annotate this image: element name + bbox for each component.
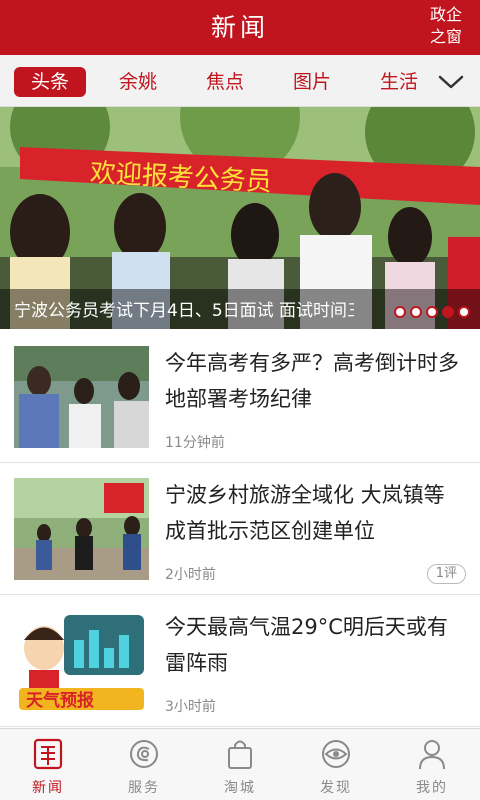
nav-service[interactable]: 服务 <box>96 729 192 800</box>
news-title: 今年高考有多严？高考倒计时多地部署考场纪律 <box>165 351 459 411</box>
newspaper-icon <box>32 737 64 771</box>
page-title: 新闻 <box>210 13 269 42</box>
nav-label: 新闻 <box>32 780 64 796</box>
carousel-dot[interactable] <box>458 306 470 318</box>
tab-pictures[interactable]: 图片 <box>276 67 348 97</box>
news-item[interactable]: 宁波乡村旅游全域化 大岚镇等成首批示范区创建单位 2小时前 1评 <box>0 463 480 595</box>
shopping-bag-icon <box>224 737 256 771</box>
category-tabs: 头条 余姚 焦点 图片 生活 <box>0 55 480 107</box>
news-title: 宁波乡村旅游全域化 大岚镇等成首批示范区创建单位 <box>165 483 445 543</box>
comment-count-badge: 1评 <box>426 564 466 584</box>
tab-focus[interactable]: 焦点 <box>189 67 261 97</box>
news-item[interactable]: 今年高考有多严？高考倒计时多地部署考场纪律 11分钟前 <box>0 331 480 463</box>
nav-label: 我的 <box>416 780 448 796</box>
tab-yuyao[interactable]: 余姚 <box>102 67 174 97</box>
bottom-navigation: 新闻 服务 淘城 发现 我的 <box>0 728 480 800</box>
nav-label: 发现 <box>320 780 352 796</box>
gov-enterprise-link-line2: 之窗 <box>429 27 462 46</box>
banner-caption: 宁波公务员考试下月4日、5日面试 面试时间三 <box>14 301 354 321</box>
news-timestamp: 3小时前 <box>165 699 216 715</box>
weather-thumb-text: 天气预报 <box>26 690 94 711</box>
user-icon <box>416 737 448 771</box>
news-item[interactable]: 天气预报 今天最高气温29°C明后天或有雷阵雨 3小时前 <box>0 595 480 727</box>
nav-label: 淘城 <box>224 780 256 796</box>
nav-news[interactable]: 新闻 <box>0 729 96 800</box>
news-thumbnail <box>14 346 149 448</box>
carousel-indicator <box>390 303 470 318</box>
news-thumbnail <box>14 478 149 580</box>
carousel-dot[interactable] <box>426 306 438 318</box>
nav-discover[interactable]: 发现 <box>288 729 384 800</box>
gov-enterprise-link-line1: 政企 <box>429 5 462 24</box>
news-timestamp: 11分钟前 <box>165 435 225 451</box>
eye-icon <box>320 737 352 771</box>
carousel-dot[interactable] <box>394 306 406 318</box>
carousel-dot[interactable] <box>410 306 422 318</box>
nav-profile[interactable]: 我的 <box>384 729 480 800</box>
service-icon <box>128 737 160 771</box>
nav-shop[interactable]: 淘城 <box>192 729 288 800</box>
news-timestamp: 2小时前 <box>165 567 216 583</box>
app-header: 新闻 政企 之窗 <box>0 0 480 55</box>
nav-label: 服务 <box>128 780 160 796</box>
carousel-dot-active[interactable] <box>442 306 454 318</box>
headline-carousel[interactable]: 欢迎报考公务员 宁波公务员考试下月4日、5日面试 面试时间三 <box>0 107 480 329</box>
gov-enterprise-link[interactable]: 政企 之窗 <box>420 4 472 48</box>
weather-forecast-thumbnail: 天气预报 <box>14 610 149 712</box>
news-title: 今天最高气温29°C明后天或有雷阵雨 <box>165 615 448 675</box>
tab-life[interactable]: 生活 <box>363 67 435 97</box>
tab-headlines[interactable]: 头条 <box>14 67 86 97</box>
chevron-down-icon[interactable] <box>436 67 466 97</box>
